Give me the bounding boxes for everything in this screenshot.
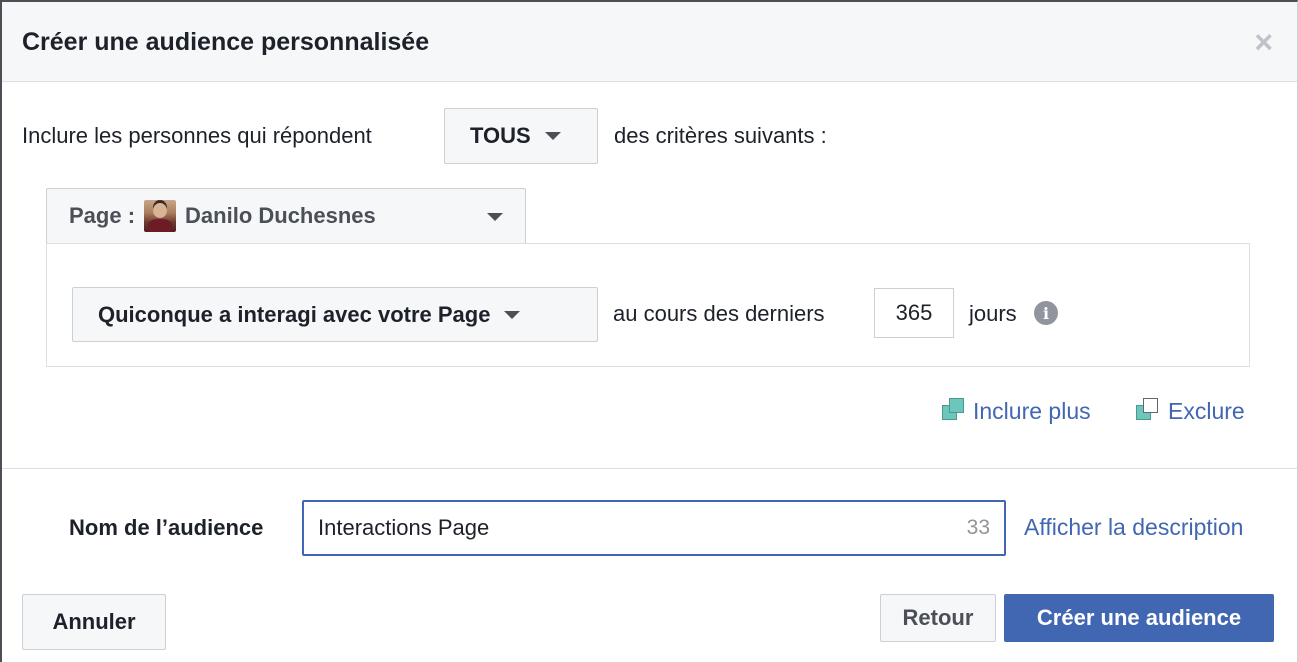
source-page-name: Danilo Duchesnes xyxy=(185,203,376,228)
match-type-value: TOUS xyxy=(470,123,531,148)
event-value: Quiconque a interagi avec votre Page xyxy=(98,301,491,327)
dialog-header: Créer une audience personnalisée × xyxy=(2,2,1297,82)
char-counter: 33 xyxy=(966,516,990,539)
section-divider xyxy=(2,468,1297,469)
exclude-link[interactable]: Exclure xyxy=(1168,398,1245,425)
audience-name-value: Interactions Page xyxy=(318,515,490,540)
cancel-button[interactable]: Annuler xyxy=(22,594,166,650)
create-audience-button[interactable]: Créer une audience xyxy=(1004,594,1274,642)
chevron-down-icon xyxy=(544,132,561,140)
match-type-dropdown[interactable]: TOUS xyxy=(444,108,598,164)
back-button[interactable]: Retour xyxy=(880,594,996,642)
dialog-title: Créer une audience personnalisée xyxy=(22,28,430,56)
retention-days-input[interactable]: 365 xyxy=(874,288,954,338)
event-dropdown[interactable]: Quiconque a interagi avec votre Page xyxy=(72,287,598,342)
stacked-squares-outline-icon[interactable] xyxy=(1136,398,1158,420)
source-page-dropdown[interactable]: Page : Danilo Duchesnes xyxy=(46,188,526,244)
audience-name-input[interactable]: Interactions Page 33 xyxy=(302,500,1006,556)
criteria-prefix-text: Inclure les personnes qui répondent xyxy=(22,123,372,148)
criteria-suffix-text: des critères suivants : xyxy=(614,123,827,148)
stacked-squares-icon[interactable] xyxy=(942,398,964,420)
source-label: Page : xyxy=(69,203,136,228)
chevron-down-icon xyxy=(504,310,521,319)
audience-name-label: Nom de l’audience xyxy=(69,515,264,540)
period-prefix-text: au cours des derniers xyxy=(613,301,825,326)
info-icon[interactable]: i xyxy=(1034,301,1058,325)
custom-audience-dialog: Créer une audience personnalisée × Inclu… xyxy=(0,0,1298,662)
include-more-link[interactable]: Inclure plus xyxy=(973,398,1091,425)
close-icon[interactable]: × xyxy=(1254,26,1273,58)
show-description-link[interactable]: Afficher la description xyxy=(1024,514,1243,541)
chevron-down-icon xyxy=(487,213,503,221)
avatar xyxy=(144,200,177,232)
period-suffix-text: jours xyxy=(969,301,1017,326)
